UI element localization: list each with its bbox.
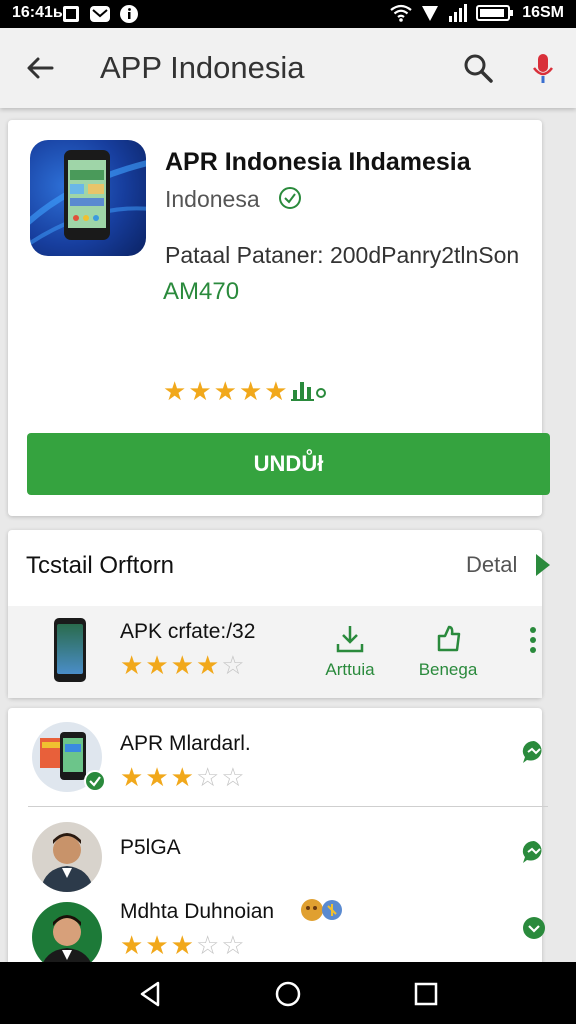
verified-icon bbox=[279, 187, 301, 209]
battery-text: 16SM bbox=[522, 4, 564, 21]
item-name: APK crfate:/32 bbox=[120, 620, 256, 643]
person-name: Mdhta Duhnoian bbox=[120, 900, 275, 923]
rating-count-icon bbox=[291, 382, 326, 401]
star-filled-icon: ★ bbox=[188, 376, 212, 406]
person-rating-stars: ★ ★ ★ ☆ ☆ bbox=[120, 764, 245, 790]
star-filled-icon: ★ bbox=[213, 376, 237, 406]
star-filled-icon: ★ bbox=[120, 762, 144, 792]
signal-icon bbox=[422, 6, 439, 21]
star-filled-icon: ★ bbox=[170, 650, 194, 680]
phone-illustration-icon bbox=[30, 150, 146, 246]
download-label: Arttuia bbox=[325, 660, 375, 679]
chat-icon[interactable] bbox=[520, 914, 548, 942]
star-filled-icon: ★ bbox=[145, 762, 169, 792]
wifi-icon bbox=[390, 4, 412, 22]
status-right: 16SM bbox=[390, 4, 564, 22]
section-title: Tcstail Orftorn bbox=[26, 552, 175, 579]
star-empty-icon: ☆ bbox=[195, 762, 220, 792]
person-name: P5lGA bbox=[120, 836, 181, 859]
page-title: APP Indonesia bbox=[100, 50, 305, 85]
nav-home-icon[interactable] bbox=[273, 979, 303, 1009]
star-filled-icon: ★ bbox=[145, 930, 169, 960]
app-icon bbox=[30, 140, 146, 256]
battery-icon bbox=[476, 5, 514, 21]
chat-icon[interactable] bbox=[520, 738, 548, 766]
star-empty-icon: ☆ bbox=[221, 762, 245, 792]
emoji-badges-icon bbox=[301, 899, 342, 921]
list-divider bbox=[28, 806, 548, 807]
nav-recents-icon[interactable] bbox=[411, 979, 441, 1009]
status-bar: 16:41ь 16SM bbox=[0, 0, 576, 28]
system-nav-bar bbox=[0, 962, 576, 1024]
mic-icon[interactable] bbox=[528, 50, 558, 86]
download-action[interactable]: Arttuia bbox=[318, 622, 382, 680]
person-avatar-icon bbox=[40, 833, 94, 892]
star-filled-icon: ★ bbox=[120, 930, 144, 960]
status-time: 16:41ь bbox=[12, 4, 63, 21]
more-vert-icon[interactable] bbox=[528, 626, 538, 654]
star-filled-icon: ★ bbox=[163, 376, 187, 406]
star-filled-icon: ★ bbox=[238, 376, 263, 406]
section-more-link[interactable]: Detal bbox=[466, 552, 517, 578]
mail-icon bbox=[90, 6, 110, 22]
person-name: APR Mlardarl. bbox=[120, 732, 251, 755]
arrow-right-icon[interactable] bbox=[533, 552, 553, 578]
app-code: AM470 bbox=[163, 278, 240, 305]
chat-icon[interactable] bbox=[520, 838, 548, 866]
people-card: APR Mlardarl. ★ ★ ★ ☆ ☆ P5lGA Mdhta Duhnoian… bbox=[8, 708, 548, 972]
star-filled-icon: ★ bbox=[170, 762, 194, 792]
app-rating-stars: ★ ★ ★ ★ ★ bbox=[163, 378, 288, 404]
install-button[interactable]: UNDŮł bbox=[27, 433, 550, 495]
star-filled-icon: ★ bbox=[264, 376, 288, 406]
star-empty-icon: ☆ bbox=[195, 930, 220, 960]
person-rating-stars: ★ ★ ★ ☆ ☆ bbox=[120, 932, 245, 958]
share-icon bbox=[437, 625, 461, 652]
app-bar: APP Indonesia bbox=[0, 28, 576, 108]
app-title: APR Indonesia Ihdamesia bbox=[165, 148, 471, 176]
star-empty-icon: ☆ bbox=[221, 930, 245, 960]
star-filled-icon: ★ bbox=[170, 930, 194, 960]
app-description: Pataal Pataner: 200dPanry2tlnSon bbox=[165, 242, 520, 268]
avatar bbox=[32, 822, 102, 892]
notification-square-icon bbox=[63, 6, 79, 22]
star-filled-icon: ★ bbox=[195, 650, 220, 680]
share-label: Benega bbox=[418, 660, 478, 679]
section-card: Tcstail Orftorn Detal APK crfate:/32 ★ ★ ★… bbox=[8, 530, 550, 698]
item-thumbnail bbox=[54, 618, 86, 682]
app-info-card: APR Indonesia Ihdamesia Indonesa Pataal … bbox=[8, 120, 550, 516]
star-filled-icon: ★ bbox=[120, 650, 144, 680]
app-developer[interactable]: Indonesa bbox=[165, 186, 260, 213]
share-action[interactable]: Benega bbox=[410, 622, 486, 680]
cellular-bars-icon bbox=[449, 4, 468, 22]
verified-badge-icon bbox=[84, 770, 106, 792]
search-icon[interactable] bbox=[460, 50, 496, 86]
star-filled-icon: ★ bbox=[145, 650, 169, 680]
download-icon bbox=[336, 626, 364, 653]
back-arrow-icon[interactable] bbox=[22, 50, 58, 86]
nav-back-icon[interactable] bbox=[136, 979, 166, 1009]
item-rating-stars: ★ ★ ★ ★ ☆ bbox=[120, 652, 245, 678]
info-icon bbox=[120, 5, 138, 23]
star-empty-icon: ☆ bbox=[221, 650, 245, 680]
